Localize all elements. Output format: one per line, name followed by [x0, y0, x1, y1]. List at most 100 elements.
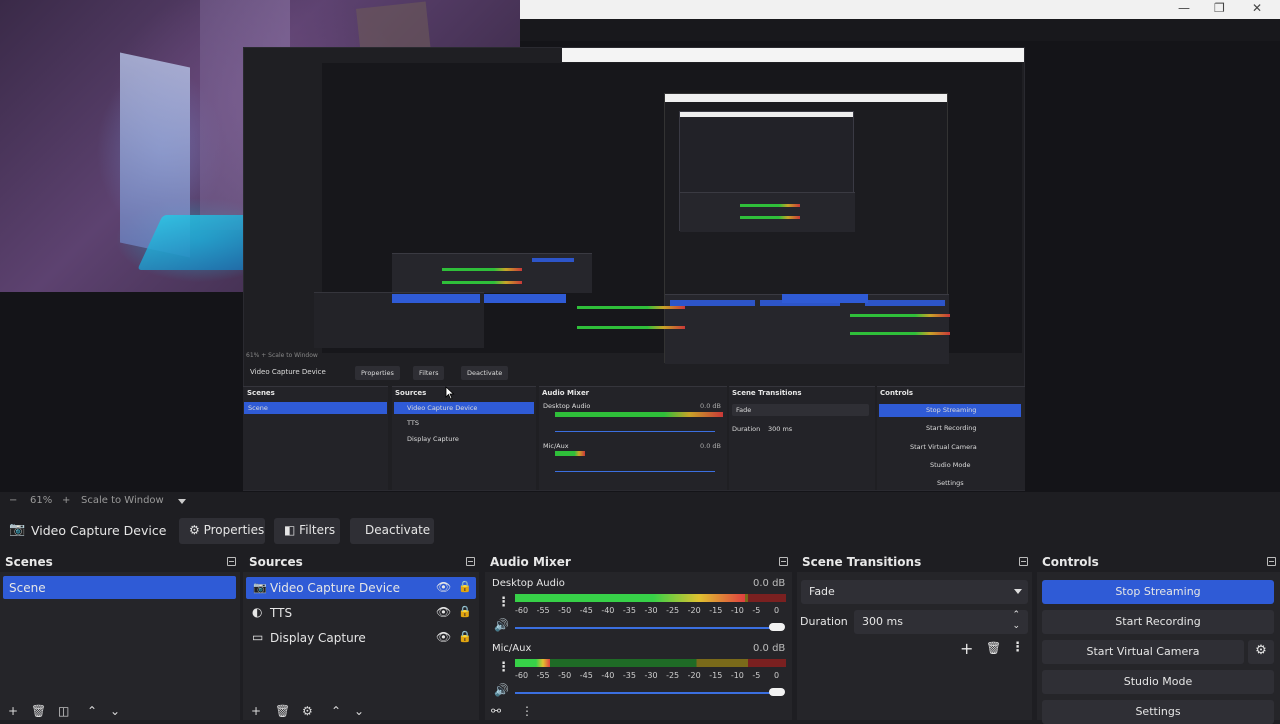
meter-tick-label: -15: [709, 671, 723, 680]
volume-slider-handle[interactable]: [769, 688, 785, 696]
mixer-menu-kebab-icon[interactable]: ⋮: [521, 704, 533, 718]
speaker-icon[interactable]: 🔊: [494, 618, 509, 632]
nested-ctrl-5: Settings: [937, 479, 964, 487]
speaker-icon[interactable]: 🔊: [494, 683, 509, 697]
meter-tick-label: -60: [515, 671, 529, 680]
duration-spinbox[interactable]: 300 ms ⌃ ⌄: [854, 610, 1028, 634]
virtual-camera-settings-gear-icon[interactable]: ⚙: [1248, 640, 1274, 664]
minimize-icon: —: [1178, 1, 1190, 15]
nested-transitions-dock: [729, 386, 875, 490]
scale-bar: − 61% + Scale to Window: [0, 492, 1280, 510]
add-transition-icon[interactable]: +: [960, 639, 973, 658]
mixer-footer: ⚯ ⋮: [485, 704, 792, 720]
spin-down-icon[interactable]: ⌄: [1012, 621, 1020, 631]
meter-scale: -60 -55 -50 -45 -40 -35 -30 -25 -20 -15 -10 -5 0: [515, 671, 786, 681]
nested-source-item-1: Video Capture Device: [407, 404, 478, 412]
nested-sources-title: Sources: [395, 389, 427, 397]
meter-tick-label: -5: [752, 671, 761, 680]
studio-mode-button[interactable]: Studio Mode: [1042, 670, 1274, 694]
audio-mixer-dock-header: Audio Mixer: [485, 553, 792, 572]
scale-mode-select[interactable]: Scale to Window: [81, 495, 164, 506]
move-down-icon[interactable]: ⌄: [110, 704, 120, 718]
nested-scale-text: 61% + Scale to Window: [246, 352, 318, 359]
properties-button[interactable]: ⚙ Properties: [179, 518, 265, 544]
start-recording-button[interactable]: Start Recording: [1042, 610, 1274, 634]
meter-tick-label: -40: [601, 671, 615, 680]
preview-canvas[interactable]: — ❐ ✕ 61% + Scale to Window Video Captur…: [0, 0, 1280, 492]
zoom-in-button[interactable]: +: [62, 495, 70, 506]
remove-scene-icon[interactable]: 🗑: [31, 704, 46, 718]
meter-tick-label: -25: [666, 671, 680, 680]
lock-icon[interactable]: 🔒: [458, 580, 472, 593]
remove-transition-icon[interactable]: 🗑: [986, 641, 1001, 655]
meter-tick-label: -20: [687, 671, 701, 680]
scene-transitions-title: Scene Transitions: [802, 555, 922, 569]
undock-icon[interactable]: [227, 557, 236, 566]
deactivate-button[interactable]: Deactivate: [350, 518, 434, 544]
filters-button[interactable]: ◧ Filters: [274, 518, 340, 544]
undock-icon[interactable]: [1019, 557, 1028, 566]
meter-tick-label: -5: [752, 606, 761, 615]
volume-slider-track[interactable]: [515, 627, 775, 629]
nested-mic-db: 0.0 dB: [700, 442, 721, 450]
meter-scale: -60 -55 -50 -45 -40 -35 -30 -25 -20 -15 -10 -5 0: [515, 606, 786, 616]
visibility-eye-icon[interactable]: 👁: [436, 605, 451, 619]
undock-icon[interactable]: [779, 557, 788, 566]
scene-filters-icon[interactable]: ◫: [58, 704, 69, 718]
move-up-icon[interactable]: ⌃: [87, 704, 97, 718]
zoom-out-button[interactable]: −: [9, 495, 17, 506]
captured-window-titlebar: — ❐ ✕: [520, 0, 1280, 19]
lock-icon[interactable]: 🔒: [458, 630, 472, 643]
scenes-footer: + 🗑 ◫ ⌃ ⌄: [0, 704, 240, 720]
source-properties-gear-icon[interactable]: ⚙: [302, 704, 313, 718]
mixer-channel-name: Desktop Audio: [492, 578, 565, 589]
mixer-channel-db: 0.0 dB: [753, 643, 786, 654]
spin-up-icon[interactable]: ⌃: [1012, 610, 1020, 620]
undock-icon[interactable]: [466, 557, 475, 566]
start-virtual-camera-button[interactable]: Start Virtual Camera: [1042, 640, 1244, 664]
nested-controls-title: Controls: [880, 389, 914, 397]
audio-mixer-title: Audio Mixer: [490, 555, 571, 569]
camera-icon: 📷: [9, 522, 26, 537]
channel-menu-kebab-icon[interactable]: ⋮: [497, 595, 510, 610]
mixer-channel-name: Mic/Aux: [492, 643, 532, 654]
source-toolbar: 📷 Video Capture Device ⚙ Properties ◧ Fi…: [0, 512, 1280, 550]
nested-duration-label: Duration: [732, 425, 761, 433]
meter-tick-label: -35: [622, 671, 636, 680]
meter-tick-label: -60: [515, 606, 529, 615]
visibility-eye-icon[interactable]: 👁: [436, 580, 451, 594]
sources-title: Sources: [249, 555, 303, 569]
volume-meter: [515, 594, 786, 602]
nested-ctrl-1: Stop Streaming: [926, 406, 977, 414]
undock-icon[interactable]: [1267, 557, 1276, 566]
transition-select[interactable]: Fade: [801, 580, 1028, 604]
add-source-icon[interactable]: +: [251, 704, 261, 718]
settings-button[interactable]: Settings: [1042, 700, 1274, 724]
sources-dock-header: Sources: [243, 553, 479, 572]
meter-tick-label: 0: [774, 671, 780, 680]
scenes-title: Scenes: [5, 555, 53, 569]
meter-tick-label: -10: [730, 671, 744, 680]
link-icon[interactable]: ⚯: [491, 704, 501, 718]
volume-meter: [515, 659, 786, 667]
nested-properties-button: Properties: [355, 366, 400, 380]
visibility-eye-icon[interactable]: 👁: [436, 630, 451, 644]
stop-streaming-button[interactable]: Stop Streaming: [1042, 580, 1274, 604]
duration-value: 300 ms: [862, 615, 903, 628]
nested-ctrl-3: Start Virtual Camera: [910, 443, 977, 451]
controls-title: Controls: [1042, 555, 1099, 569]
move-down-icon[interactable]: ⌄: [354, 704, 364, 718]
filters-icon: ◧: [284, 523, 296, 537]
volume-slider-track[interactable]: [515, 692, 775, 694]
volume-slider-handle[interactable]: [769, 623, 785, 631]
scale-mode-chevron-down-icon[interactable]: [178, 499, 186, 504]
meter-tick-label: -10: [730, 606, 744, 615]
lock-icon[interactable]: 🔒: [458, 605, 472, 618]
add-scene-icon[interactable]: +: [8, 704, 18, 718]
move-up-icon[interactable]: ⌃: [331, 704, 341, 718]
nested-source-name: Video Capture Device: [250, 368, 326, 376]
channel-menu-kebab-icon[interactable]: ⋮: [497, 660, 510, 675]
remove-source-icon[interactable]: 🗑: [275, 704, 290, 718]
gear-icon: ⚙: [189, 523, 200, 537]
transition-menu-kebab-icon[interactable]: ⋮: [1011, 640, 1024, 655]
